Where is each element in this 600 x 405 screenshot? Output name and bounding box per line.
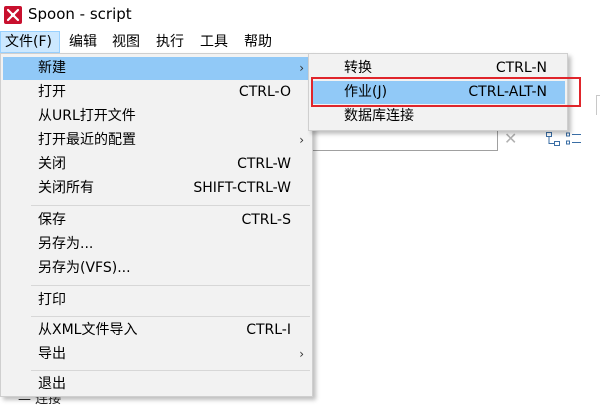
submenu-arrow-icon: › xyxy=(299,61,304,75)
menu-item-recent[interactable]: 打开最近的配置 › xyxy=(3,129,310,152)
menu-item-exit[interactable]: 退出 xyxy=(3,373,310,396)
menu-item-label: 导出 xyxy=(38,346,66,362)
menu-item-close[interactable]: 关闭 CTRL-W xyxy=(3,153,310,176)
menu-item-label: 另存为(VFS)... xyxy=(38,260,131,276)
menu-item-shortcut: CTRL-I xyxy=(246,322,291,338)
menu-item-shortcut: CTRL-O xyxy=(238,84,291,100)
menu-bar: 文件(F) 编辑 视图 执行 工具 帮助 xyxy=(0,31,600,53)
menu-item-label: 关闭 xyxy=(38,156,66,172)
title-bar: Spoon - script xyxy=(0,0,600,31)
menu-item-label: 数据库连接 xyxy=(344,108,414,124)
search-input[interactable] xyxy=(308,129,498,151)
menu-item-label: 关闭所有 xyxy=(38,180,94,196)
menu-item-open-url[interactable]: 从URL打开文件 xyxy=(3,105,310,128)
menu-separator xyxy=(31,205,310,206)
list-view-icon[interactable] xyxy=(566,132,582,146)
menu-separator xyxy=(31,285,310,286)
menu-tools[interactable]: 工具 xyxy=(196,31,232,53)
menu-item-label: 从URL打开文件 xyxy=(38,108,136,124)
spoon-app-icon xyxy=(4,6,22,24)
tree-view-icon[interactable] xyxy=(546,132,560,146)
menu-item-label: 打印 xyxy=(38,292,66,308)
menu-item-label: 新建 xyxy=(38,60,66,76)
submenu-item-db-connection[interactable]: 数据库连接 xyxy=(311,105,565,128)
menu-item-label: 另存为... xyxy=(38,236,94,252)
menu-item-close-all[interactable]: 关闭所有 SHIFT-CTRL-W xyxy=(3,177,310,200)
menu-item-print[interactable]: 打印 xyxy=(3,289,310,312)
menu-item-open[interactable]: 打开 CTRL-O xyxy=(3,81,310,104)
menu-item-new[interactable]: 新建 › xyxy=(3,57,310,80)
file-menu-dropdown: 新建 › 打开 CTRL-O 从URL打开文件 打开最近的配置 › 关闭 CTR… xyxy=(0,53,313,397)
menu-help[interactable]: 帮助 xyxy=(240,31,276,53)
menu-item-label: 打开 xyxy=(38,84,66,100)
clear-search-icon[interactable]: ✕ xyxy=(504,130,520,148)
menu-item-import-xml[interactable]: 从XML文件导入 CTRL-I xyxy=(3,319,310,342)
submenu-arrow-icon: › xyxy=(299,347,304,361)
menu-edit[interactable]: 编辑 xyxy=(65,31,101,53)
menu-item-export[interactable]: 导出 › xyxy=(3,343,310,366)
menu-item-label: 从XML文件导入 xyxy=(38,322,138,338)
menu-item-label: 退出 xyxy=(38,376,66,392)
menu-item-shortcut: CTRL-W xyxy=(237,156,291,172)
submenu-arrow-icon: › xyxy=(299,133,304,147)
menu-run[interactable]: 执行 xyxy=(152,31,188,53)
menu-item-save-as[interactable]: 另存为... xyxy=(3,233,310,256)
panel-edge xyxy=(596,95,600,115)
menu-separator xyxy=(31,316,310,317)
menu-item-shortcut: CTRL-S xyxy=(241,212,291,228)
menu-item-shortcut: SHIFT-CTRL-W xyxy=(193,180,291,196)
menu-item-save[interactable]: 保存 CTRL-S xyxy=(3,209,310,232)
menu-item-label: 打开最近的配置 xyxy=(38,132,136,148)
window-title: Spoon - script xyxy=(28,5,132,23)
menu-item-label: 保存 xyxy=(38,212,66,228)
menu-item-save-as-vfs[interactable]: 另存为(VFS)... xyxy=(3,257,310,280)
menu-file[interactable]: 文件(F) xyxy=(0,31,60,53)
menu-separator xyxy=(31,370,310,371)
menu-view[interactable]: 视图 xyxy=(108,31,144,53)
annotation-highlight-box xyxy=(311,77,581,107)
